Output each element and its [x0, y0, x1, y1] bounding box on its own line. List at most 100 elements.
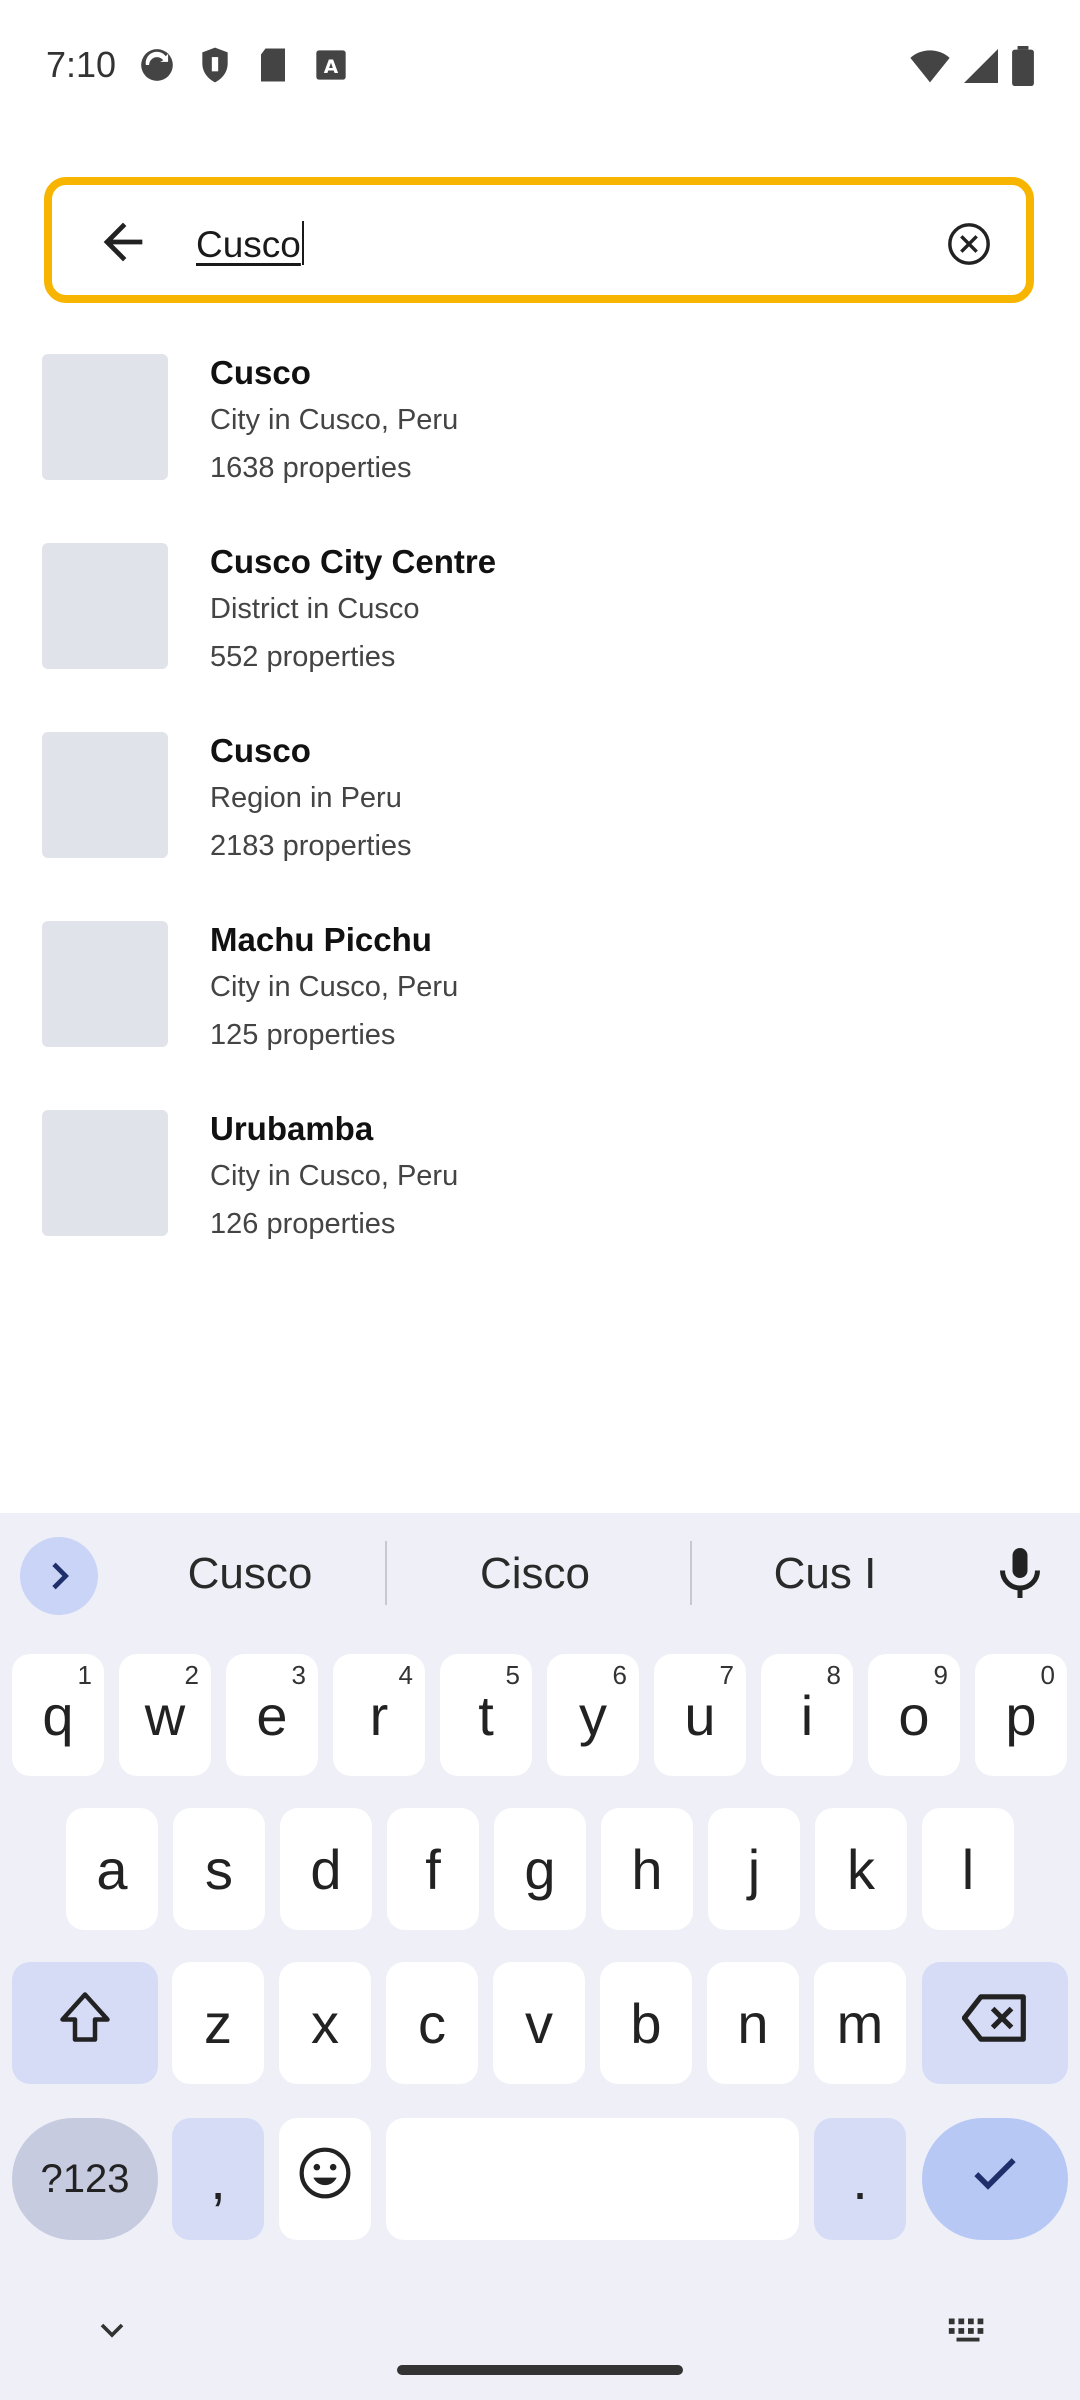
- key-hint: 2: [184, 1660, 199, 1690]
- period-key[interactable]: .: [814, 2118, 906, 2240]
- result-subtitle: Region in Peru: [210, 782, 402, 814]
- result-count: 2183 properties: [210, 830, 412, 862]
- key-label: p: [1005, 1683, 1037, 1747]
- search-input[interactable]: Cusco: [196, 221, 304, 266]
- key-f[interactable]: f: [387, 1808, 479, 1930]
- navigation-bar: [0, 2290, 1080, 2400]
- list-item[interactable]: Cusco City Centre District in Cusco 552 …: [0, 533, 1080, 722]
- suggestion-divider: [385, 1541, 387, 1605]
- key-b[interactable]: b: [600, 1962, 692, 2084]
- list-item[interactable]: Cusco City in Cusco, Peru 1638 propertie…: [0, 344, 1080, 533]
- result-count: 552 properties: [210, 641, 396, 673]
- suggestion-3[interactable]: Cus I: [725, 1549, 925, 1599]
- results-list: Cusco City in Cusco, Peru 1638 propertie…: [0, 344, 1080, 1289]
- chevron-down-icon[interactable]: [92, 2310, 132, 2355]
- key-l[interactable]: l: [922, 1808, 1014, 1930]
- key-label: o: [898, 1683, 930, 1747]
- status-time: 7:10: [46, 44, 117, 85]
- key-e[interactable]: e3: [226, 1654, 318, 1776]
- space-key[interactable]: [386, 2118, 799, 2240]
- mic-icon[interactable]: [990, 1543, 1050, 1603]
- key-y[interactable]: y6: [547, 1654, 639, 1776]
- key-hint: 5: [505, 1660, 520, 1690]
- key-z[interactable]: z: [172, 1962, 264, 2084]
- key-j[interactable]: j: [708, 1808, 800, 1930]
- result-subtitle: City in Cusco, Peru: [210, 971, 459, 1003]
- key-g[interactable]: g: [494, 1808, 586, 1930]
- emoji-icon: [297, 2145, 353, 2214]
- key-label: y: [579, 1683, 607, 1747]
- key-x[interactable]: x: [279, 1962, 371, 2084]
- suggestion-2[interactable]: Cisco: [435, 1549, 635, 1599]
- key-s[interactable]: s: [173, 1808, 265, 1930]
- result-name: Urubamba: [210, 1110, 374, 1147]
- key-n[interactable]: n: [707, 1962, 799, 2084]
- shift-icon: [55, 1987, 115, 2060]
- key-w[interactable]: w2: [119, 1654, 211, 1776]
- result-subtitle: City in Cusco, Peru: [210, 404, 459, 436]
- key-label: w: [144, 1683, 186, 1747]
- result-name: Cusco: [210, 354, 311, 391]
- shield-icon: [196, 46, 234, 84]
- key-q[interactable]: q1: [12, 1654, 104, 1776]
- battery-icon: [1012, 46, 1034, 91]
- key-hint: 4: [398, 1660, 413, 1690]
- key-hint: 8: [826, 1660, 841, 1690]
- result-thumbnail: [42, 732, 168, 858]
- home-handle[interactable]: [397, 2365, 683, 2375]
- key-d[interactable]: d: [280, 1808, 372, 1930]
- system-icons: [910, 46, 1034, 91]
- key-c[interactable]: c: [386, 1962, 478, 2084]
- symbols-key[interactable]: ?123: [12, 2118, 158, 2240]
- result-name: Machu Picchu: [210, 921, 432, 958]
- result-count: 1638 properties: [210, 452, 412, 484]
- backspace-key[interactable]: [922, 1962, 1068, 2084]
- key-u[interactable]: u7: [654, 1654, 746, 1776]
- shift-key[interactable]: [12, 1962, 158, 2084]
- key-hint: 0: [1040, 1660, 1055, 1690]
- signal-icon: [964, 48, 998, 89]
- key-hint: 1: [77, 1660, 92, 1690]
- key-h[interactable]: h: [601, 1808, 693, 1930]
- search-bar[interactable]: Cusco: [44, 177, 1034, 303]
- key-p[interactable]: p0: [975, 1654, 1067, 1776]
- enter-key[interactable]: [922, 2118, 1068, 2240]
- key-o[interactable]: o9: [868, 1654, 960, 1776]
- status-bar: 7:10 A: [0, 0, 1080, 130]
- result-thumbnail: [42, 1110, 168, 1236]
- key-a[interactable]: a: [66, 1808, 158, 1930]
- list-item[interactable]: Urubamba City in Cusco, Peru 126 propert…: [0, 1100, 1080, 1289]
- font-icon: A: [312, 46, 350, 84]
- key-i[interactable]: i8: [761, 1654, 853, 1776]
- comma-key[interactable]: ,: [172, 2118, 264, 2240]
- result-thumbnail: [42, 354, 168, 480]
- emoji-key[interactable]: [279, 2118, 371, 2240]
- keyboard-icon[interactable]: [945, 2310, 991, 2355]
- clear-icon[interactable]: [946, 221, 992, 267]
- key-hint: 7: [719, 1660, 734, 1690]
- result-count: 125 properties: [210, 1019, 396, 1051]
- key-hint: 9: [933, 1660, 948, 1690]
- sync-icon: [138, 46, 176, 84]
- check-icon: [967, 2145, 1023, 2214]
- key-t[interactable]: t5: [440, 1654, 532, 1776]
- key-label: u: [684, 1683, 716, 1747]
- key-label: e: [256, 1683, 288, 1747]
- back-arrow-icon[interactable]: [94, 213, 152, 271]
- key-label: t: [478, 1683, 494, 1747]
- key-k[interactable]: k: [815, 1808, 907, 1930]
- list-item[interactable]: Machu Picchu City in Cusco, Peru 125 pro…: [0, 911, 1080, 1100]
- list-item[interactable]: Cusco Region in Peru 2183 properties: [0, 722, 1080, 911]
- key-label: r: [369, 1683, 389, 1747]
- result-name: Cusco City Centre: [210, 543, 497, 580]
- result-subtitle: City in Cusco, Peru: [210, 1160, 459, 1192]
- key-m[interactable]: m: [814, 1962, 906, 2084]
- chevron-right-icon[interactable]: [20, 1537, 98, 1615]
- search-input-value: Cusco: [196, 224, 301, 265]
- key-v[interactable]: v: [493, 1962, 585, 2084]
- suggestion-divider: [690, 1541, 692, 1605]
- key-label: q: [42, 1683, 74, 1747]
- suggestion-1[interactable]: Cusco: [150, 1549, 350, 1599]
- key-hint: 3: [291, 1660, 306, 1690]
- key-r[interactable]: r4: [333, 1654, 425, 1776]
